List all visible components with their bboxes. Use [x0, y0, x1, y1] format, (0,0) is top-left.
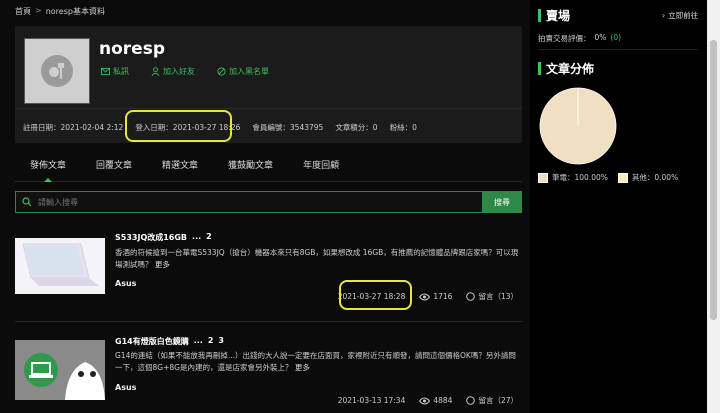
breadcrumb: 首頁 > noresp基本資料	[15, 6, 105, 17]
add-friend-button[interactable]: 加入好友	[151, 66, 195, 77]
search-input[interactable]	[38, 197, 458, 207]
post-title[interactable]: S533JQ改成16GB ... 2	[115, 232, 212, 243]
legend-label-laptop: 筆電：100.00%	[552, 173, 608, 182]
rating-count[interactable]: (0)	[610, 33, 621, 44]
pie-legend: 筆電：100.00% 其他：0.00%	[538, 172, 678, 183]
sidebar-divider	[538, 49, 698, 50]
breadcrumb-current: noresp基本資料	[45, 7, 105, 16]
username: noresp	[99, 39, 165, 59]
tab-reply-articles[interactable]: 回覆文章	[81, 158, 147, 181]
search-button[interactable]: 搜尋	[482, 191, 522, 213]
article-tabs: 發佈文章 回覆文章 精選文章 獲鼓勵文章 年度回顧	[15, 158, 522, 182]
market-link[interactable]: › 立即前往	[662, 10, 698, 21]
legend-swatch-other	[617, 172, 628, 183]
post-title-ellipsis: ...	[192, 232, 202, 241]
fans-count: 粉絲：0	[389, 123, 417, 132]
post-excerpt-text: 香酒的符候搶到一台華電S533JQ（搶台）機器本來只有8GB，如果想改成 16G…	[115, 248, 519, 269]
breadcrumb-separator: >	[35, 6, 42, 15]
post-excerpt: G14的連結（如果不能放我再刪掉...）出錢的大人說一定要在店面買，家裡附近只有…	[115, 350, 521, 374]
tab-featured-articles[interactable]: 精選文章	[147, 158, 213, 181]
block-icon	[217, 67, 226, 76]
post-views-count: 4884	[433, 396, 453, 405]
rating-value: 0%	[594, 33, 607, 42]
profile-actions: 私訊 加入好友 加入黑名單	[101, 66, 269, 77]
profile-divider	[15, 108, 522, 109]
blacklist-label: 加入黑名單	[229, 67, 269, 76]
post-views: 4884	[419, 396, 452, 405]
legend-item-laptop: 筆電：100.00%	[538, 172, 608, 183]
market-heading: 賣場	[538, 7, 570, 24]
post-page-link[interactable]: 2	[206, 232, 212, 243]
envelope-icon	[101, 67, 110, 76]
post-title[interactable]: G14有燈版白色鏡購 ... 2 3	[115, 336, 224, 347]
login-date-highlight	[125, 110, 232, 142]
post-replies-count: 留言（13）	[478, 292, 518, 301]
breadcrumb-home[interactable]: 首頁	[15, 6, 31, 17]
search-bar: 搜尋	[15, 191, 522, 213]
post-meta: 2021-03-13 17:34 4884 留言（27）	[338, 395, 518, 406]
post-replies[interactable]: 留言（13）	[466, 291, 518, 302]
legend-item-other: 其他：0.00%	[617, 172, 679, 183]
add-friend-label: 加入好友	[163, 67, 195, 76]
market-title: 賣場	[546, 9, 571, 23]
post-title-text: S533JQ改成16GB	[115, 233, 188, 242]
search-box	[15, 191, 482, 213]
post-date: 2021-03-13 17:34	[337, 396, 406, 405]
post-replies-count: 留言（27）	[478, 396, 518, 405]
distribution-pie-chart	[539, 87, 617, 165]
post-views-count: 1716	[433, 292, 453, 301]
tab-encouraged-articles[interactable]: 獲鼓勵文章	[213, 158, 288, 181]
tab-annual-review[interactable]: 年度回顧	[288, 158, 354, 181]
post-page-link[interactable]: 3	[218, 336, 224, 347]
register-date: 註冊日期：2021-02-04 2:12	[23, 123, 124, 132]
distribution-title: 文章分佈	[546, 62, 595, 76]
heading-bar	[538, 9, 541, 22]
post-title-text: G14有燈版白色鏡購	[115, 337, 189, 346]
post-more-link[interactable]: 更多	[155, 260, 170, 269]
page-scrollbar[interactable]	[707, 0, 720, 413]
legend-label-other: 其他：0.00%	[631, 173, 679, 182]
chevron-right-icon: ›	[662, 11, 666, 20]
post-title-ellipsis: ...	[193, 336, 203, 345]
post-more-link[interactable]: 更多	[295, 363, 310, 372]
scrollbar-thumb[interactable]	[710, 40, 717, 320]
article-points: 文章積分：0	[335, 123, 378, 132]
search-icon	[22, 197, 32, 207]
blacklist-button[interactable]: 加入黑名單	[217, 66, 269, 77]
message-label: 私訊	[113, 67, 129, 76]
comment-icon	[466, 292, 476, 301]
list-item: S533JQ改成16GB ... 2 香酒的符候搶到一台華電S533JQ（搶台）…	[15, 226, 522, 316]
comment-icon	[466, 396, 476, 405]
laptop-thumbnail[interactable]	[15, 238, 105, 294]
g14-thumbnail[interactable]	[15, 340, 105, 400]
legend-swatch-laptop	[538, 172, 548, 183]
distribution-heading: 文章分佈	[538, 60, 594, 77]
avatar	[24, 38, 90, 104]
post-divider	[15, 321, 522, 322]
post-category[interactable]: Asus	[115, 279, 136, 288]
sidebar: 賣場 › 立即前往 拍賣交易評價： 0% (0) 文章分佈 筆電：100.00%…	[530, 0, 705, 413]
tab-posted-articles[interactable]: 發佈文章	[15, 158, 81, 181]
main-panel: 首頁 > noresp基本資料 noresp 私訊 加入好友 加入黑名單 註冊日…	[0, 0, 530, 413]
heading-bar	[538, 62, 541, 75]
member-id: 會員編號：3543795	[252, 123, 324, 132]
eye-icon	[419, 397, 431, 404]
rating-label: 拍賣交易評價：	[538, 34, 591, 43]
post-category[interactable]: Asus	[115, 383, 136, 392]
post-replies[interactable]: 留言（27）	[466, 395, 518, 406]
message-button[interactable]: 私訊	[101, 66, 129, 77]
eye-icon	[419, 293, 431, 300]
profile-card: noresp 私訊 加入好友 加入黑名單 註冊日期：2021-02-04 2:1…	[15, 26, 522, 143]
rating-row: 拍賣交易評價： 0% (0)	[538, 33, 621, 44]
list-item: G14有燈版白色鏡購 ... 2 3 G14的連結（如果不能放我再刪掉...）出…	[15, 326, 522, 413]
post-views: 1716	[419, 292, 452, 301]
default-avatar-icon	[41, 55, 73, 87]
post-excerpt-text: G14的連結（如果不能放我再刪掉...）出錢的大人說一定要在店面買，家裡附近只有…	[115, 351, 516, 372]
user-icon	[151, 67, 160, 76]
market-link-label: 立即前往	[668, 11, 699, 20]
post-excerpt: 香酒的符候搶到一台華電S533JQ（搶台）機器本來只有8GB，如果想改成 16G…	[115, 247, 521, 271]
post-date-highlight	[339, 280, 412, 310]
post-page-link[interactable]: 2	[208, 336, 214, 347]
